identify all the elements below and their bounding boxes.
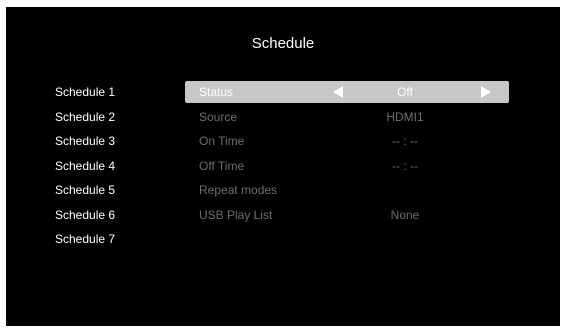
source-value: HDMI1 [386,109,424,124]
schedule-list: Schedule 1 Schedule 2 Schedule 3 Schedul… [55,85,115,257]
off-time-label: Off Time [199,158,245,173]
on-time-label: On Time [199,134,245,148]
off-time-value: -- : -- [392,158,418,173]
page-title: Schedule [251,35,315,52]
usb-play-list-value: None [390,207,420,222]
usb-play-list-label: USB Play List [199,207,273,222]
schedule-item-7[interactable]: Schedule 7 [55,232,115,257]
schedule-item-3[interactable]: Schedule 3 [55,134,115,159]
repeat-modes-row: Repeat modes [185,179,509,204]
usb-play-list-row: USB Play List None [185,204,509,229]
schedule-item-6[interactable]: Schedule 6 [55,208,115,233]
on-time-value: -- : -- [392,134,418,148]
off-time-row: Off Time -- : -- [185,155,509,180]
status-row[interactable]: Status Off [185,81,509,103]
on-time-row: On Time -- : -- [185,130,509,155]
status-label: Status [199,85,234,99]
status-value: Off [397,85,413,99]
schedule-item-2[interactable]: Schedule 2 [55,110,115,135]
schedule-item-4[interactable]: Schedule 4 [55,159,115,184]
triangle-right-icon[interactable] [481,86,491,98]
schedule-settings-panel: Status Off Source HDMI1 On Time -- : -- … [185,81,509,228]
schedule-item-1[interactable]: Schedule 1 [55,85,115,110]
repeat-modes-label: Repeat modes [199,183,278,197]
schedule-item-5[interactable]: Schedule 5 [55,183,115,208]
schedule-screen: Schedule Schedule 1 Schedule 2 Schedule … [6,7,560,326]
source-label: Source [199,109,238,124]
source-row: Source HDMI1 [185,106,509,131]
